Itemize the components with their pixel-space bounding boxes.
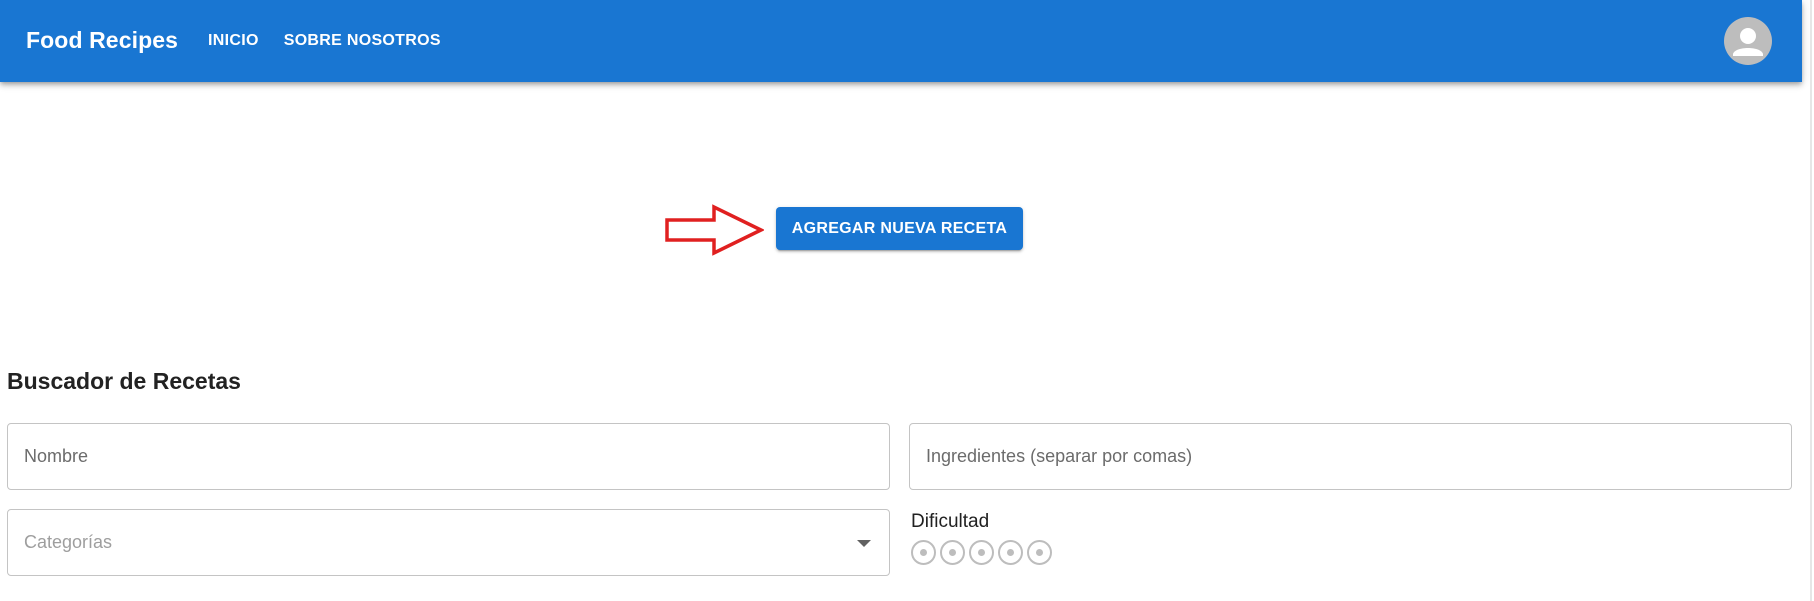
chevron-down-icon[interactable]: [857, 540, 871, 547]
arrow-right-outline-icon: [665, 204, 764, 256]
app-title[interactable]: Food Recipes: [26, 27, 178, 54]
dificultad-label: Dificultad: [911, 511, 990, 532]
difficulty-rating[interactable]: [911, 540, 1052, 565]
account-circle-icon: [1733, 28, 1763, 56]
search-section-title: Buscador de Recetas: [7, 368, 241, 394]
categorias-placeholder: Categorías: [24, 532, 113, 552]
app-bar: Food Recipes INICIO SOBRE NOSOTROS: [0, 0, 1802, 82]
scrollbar-edge: [1810, 0, 1812, 601]
add-recipe-button[interactable]: AGREGAR NUEVA RECETA: [776, 207, 1023, 250]
rating-option-2[interactable]: [940, 540, 965, 565]
radio-dot-icon: [1036, 549, 1043, 556]
nav-inicio[interactable]: INICIO: [208, 32, 259, 50]
rating-option-1[interactable]: [911, 540, 936, 565]
categorias-select[interactable]: Categorías: [7, 509, 890, 576]
nav-sobre-nosotros[interactable]: SOBRE NOSOTROS: [284, 32, 441, 50]
rating-option-4[interactable]: [998, 540, 1023, 565]
ingredientes-field[interactable]: [909, 423, 1792, 490]
nombre-input[interactable]: [24, 424, 889, 489]
radio-dot-icon: [920, 549, 927, 556]
radio-dot-icon: [1007, 549, 1014, 556]
radio-dot-icon: [949, 549, 956, 556]
avatar[interactable]: [1724, 17, 1772, 65]
nombre-field[interactable]: [7, 423, 890, 490]
rating-option-3[interactable]: [969, 540, 994, 565]
ingredientes-input[interactable]: [926, 424, 1791, 489]
radio-dot-icon: [978, 549, 985, 556]
rating-option-5[interactable]: [1027, 540, 1052, 565]
page: Food Recipes INICIO SOBRE NOSOTROS AGREG…: [0, 0, 1814, 601]
